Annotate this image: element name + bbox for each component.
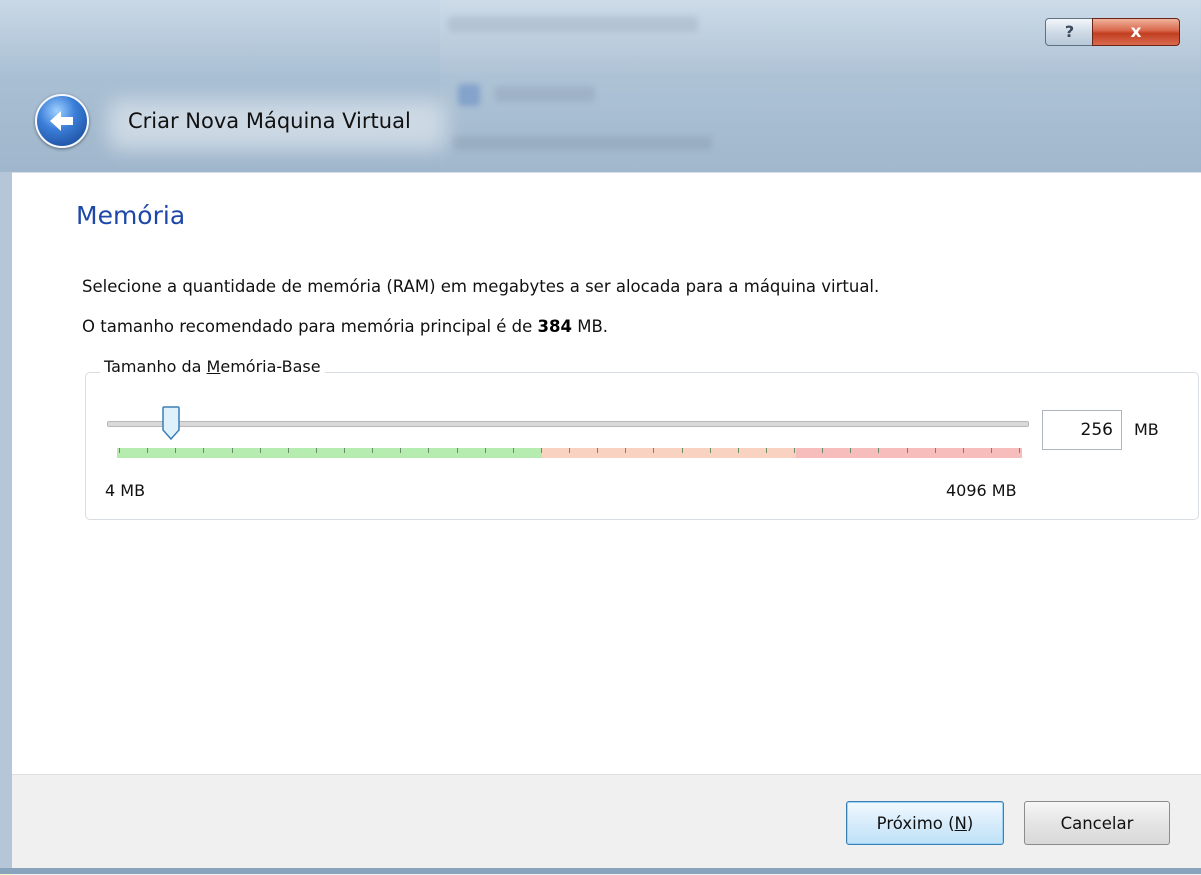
min-memory-label: 4 MB	[105, 481, 146, 500]
wizard-page: Memória Selecione a quantidade de memóri…	[12, 172, 1201, 775]
button-bar: Próximo (N) Cancelar	[12, 774, 1201, 875]
memory-groupbox	[85, 372, 1199, 520]
scale-tick	[765, 448, 767, 453]
scale-tick	[737, 448, 739, 453]
scale-tick	[597, 448, 599, 453]
scale-tick	[709, 448, 711, 453]
help-icon: ?	[1064, 22, 1075, 41]
recommended-value: 384	[537, 317, 572, 336]
memory-group-label: Tamanho da Memória-Base	[100, 357, 325, 376]
scale-tick	[484, 448, 486, 453]
blurred-text	[452, 136, 712, 150]
scale-tick	[878, 448, 880, 453]
memory-slider-thumb[interactable]	[162, 406, 180, 440]
scale-tick	[681, 448, 683, 453]
memory-zone-2	[795, 448, 1022, 458]
memory-zone-1	[542, 448, 796, 458]
close-icon: x	[1130, 22, 1142, 42]
scale-tick	[231, 448, 233, 453]
group-label-prefix: Tamanho da	[104, 357, 207, 376]
max-memory-label: 4096 MB	[946, 481, 1017, 500]
back-button[interactable]	[35, 94, 89, 148]
group-label-mnemonic: M	[206, 357, 221, 376]
blurred-text	[495, 86, 595, 102]
help-button[interactable]: ?	[1045, 18, 1094, 46]
recommended-text: O tamanho recomendado para memória princ…	[82, 317, 608, 336]
scale-tick	[372, 448, 374, 453]
scale-tick	[990, 448, 992, 453]
scale-tick	[625, 448, 627, 453]
next-label-mnemonic: N	[954, 813, 967, 833]
blurred-icon	[458, 84, 480, 106]
scale-tick	[147, 448, 149, 453]
scale-tick	[850, 448, 852, 453]
window-frame-bottom	[0, 868, 1201, 874]
description-text: Selecione a quantidade de memória (RAM) …	[82, 277, 880, 296]
scale-tick	[315, 448, 317, 453]
scale-tick	[203, 448, 205, 453]
memory-zone-0	[117, 448, 543, 458]
scale-tick	[259, 448, 261, 453]
memory-slider-groove[interactable]	[107, 421, 1029, 427]
scale-tick	[344, 448, 345, 453]
blurred-text	[448, 16, 698, 32]
scale-tick	[934, 448, 936, 453]
next-button[interactable]: Próximo (N)	[846, 801, 1004, 845]
title-bar: Criar Nova Máquina Virtual ? x	[0, 0, 1201, 172]
recommended-suffix: MB.	[572, 317, 609, 336]
cancel-button[interactable]: Cancelar	[1024, 801, 1170, 845]
window-title: Criar Nova Máquina Virtual	[128, 109, 411, 133]
recommended-prefix: O tamanho recomendado para memória princ…	[82, 317, 538, 336]
group-label-suffix: emória-Base	[220, 357, 321, 376]
page-title: Memória	[76, 201, 186, 230]
memory-unit-label: MB	[1134, 420, 1159, 439]
window-frame-left	[0, 172, 12, 868]
scale-tick	[540, 448, 542, 453]
close-button[interactable]: x	[1092, 18, 1180, 46]
scale-tick	[456, 448, 458, 453]
memory-size-input[interactable]: 256	[1042, 410, 1122, 450]
back-arrow-icon	[50, 111, 73, 131]
scale-tick	[512, 448, 514, 453]
scale-tick	[119, 448, 120, 453]
scale-tick	[569, 448, 570, 453]
scale-tick	[400, 448, 402, 453]
scale-tick	[822, 448, 824, 453]
scale-tick	[653, 448, 655, 453]
scale-tick	[962, 448, 964, 453]
scale-tick	[794, 448, 795, 453]
scale-tick	[906, 448, 908, 453]
scale-tick	[1019, 448, 1020, 453]
wizard-window: Criar Nova Máquina Virtual ? x Memória S…	[0, 0, 1201, 875]
scale-tick	[175, 448, 177, 453]
scale-tick	[428, 448, 430, 453]
next-label-suffix: )	[966, 813, 974, 833]
next-label-prefix: Próximo (	[876, 813, 955, 833]
scale-tick	[287, 448, 289, 453]
